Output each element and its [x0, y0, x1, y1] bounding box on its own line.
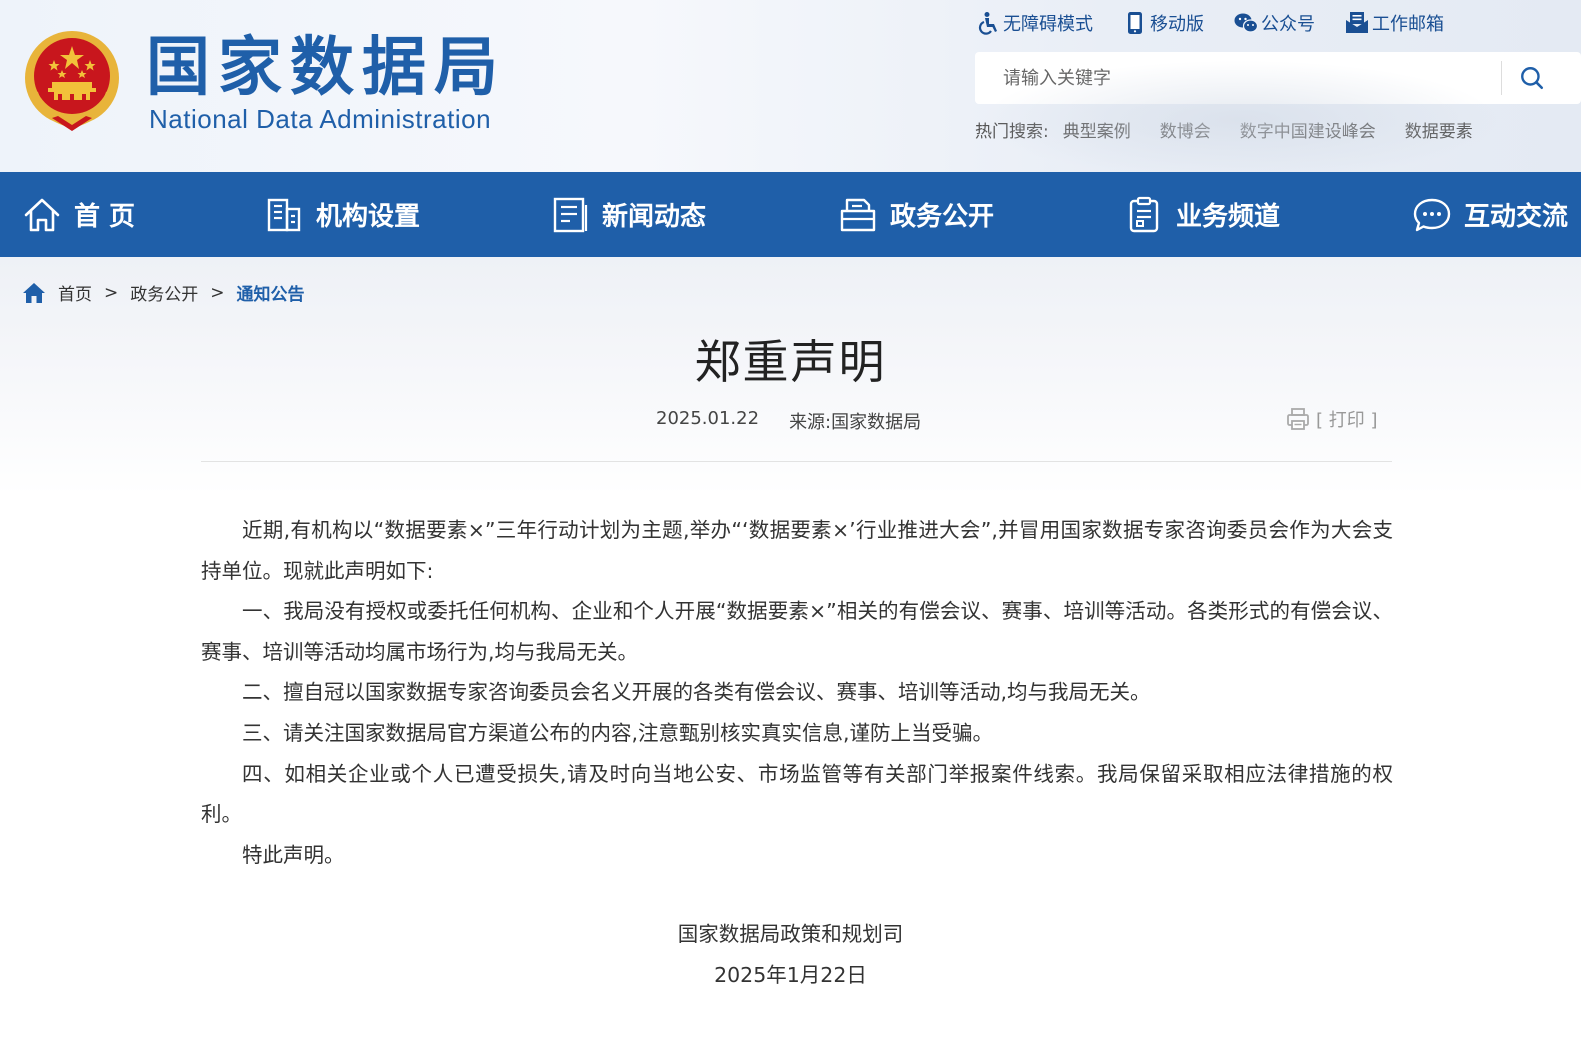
national-emblem-logo[interactable] — [22, 30, 122, 132]
article-paragraph: 四、如相关企业或个人已遭受损失,请及时向当地公安、市场监管等有关部门举报案件线索… — [201, 761, 1393, 827]
wechat-account-label: 公众号 — [1261, 14, 1315, 35]
mobile-version-label: 移动版 — [1150, 14, 1204, 35]
search-input[interactable] — [975, 53, 1495, 103]
article-paragraph: 一、我局没有授权或委托任何机构、企业和个人开展“数据要素×”相关的有偿会议、赛事… — [201, 599, 1393, 664]
print-button[interactable]: [ 打印 ] — [1286, 406, 1378, 432]
search-box — [975, 52, 1581, 104]
breadcrumb-separator: > — [210, 282, 225, 303]
nav-item-label: 业务频道 — [1176, 202, 1281, 232]
clipboard-icon — [1129, 196, 1159, 232]
search-icon — [1521, 67, 1544, 90]
nav-item-business-channel[interactable]: 业务频道 — [1124, 172, 1280, 257]
site-header: 国家数据局 National Data Administration 无障碍模式… — [0, 0, 1581, 172]
article-title: 郑重声明 — [694, 335, 887, 389]
signature-date: 2025年1月22日 — [714, 962, 867, 987]
article-signature: 国家数据局政策和规划司 2025年1月22日 — [0, 914, 1581, 995]
wechat-icon — [1234, 13, 1258, 33]
site-logo-subtitle[interactable]: National Data Administration — [149, 104, 491, 135]
mobile-icon — [1128, 12, 1142, 34]
nav-item-news[interactable]: 新闻动态 — [550, 172, 706, 257]
work-mail-link[interactable]: 工作邮箱 — [1345, 8, 1444, 38]
article-paragraph: 三、请关注国家数据局官方渠道公布的内容,注意甄别核实真实信息,谨防上当受骗。 — [242, 720, 994, 745]
breadcrumb: 首页 > 政务公开 > 通知公告 — [22, 280, 305, 305]
article-body: 近期,有机构以“数据要素×”三年行动计划为主题,举办“‘数据要素×’行业推进大会… — [201, 510, 1393, 875]
breadcrumb-separator: > — [104, 282, 119, 303]
article-source: 来源:国家数据局 — [789, 412, 922, 433]
print-label: [ 打印 ] — [1316, 410, 1378, 431]
work-mail-label: 工作邮箱 — [1372, 14, 1444, 35]
accessibility-mode-label: 无障碍模式 — [1003, 14, 1093, 35]
main-nav: 首 页 机构设置 新闻动态 政务公开 业务频道 互动交流 — [0, 172, 1581, 257]
accessibility-mode-link[interactable]: 无障碍模式 — [976, 8, 1093, 38]
breadcrumb-home[interactable]: 首页 — [58, 280, 92, 305]
top-links: 无障碍模式 移动版 公众号 工作邮箱 — [976, 8, 1474, 38]
mobile-version-link[interactable]: 移动版 — [1123, 8, 1204, 38]
hot-search-item[interactable]: 数字中国建设峰会 — [1240, 117, 1376, 142]
nav-item-organization[interactable]: 机构设置 — [264, 172, 420, 257]
nav-item-label: 首 页 — [74, 202, 136, 232]
nav-item-home[interactable]: 首 页 — [22, 172, 135, 257]
hot-search-item[interactable]: 数博会 — [1160, 117, 1211, 142]
title-divider — [201, 461, 1392, 462]
article-meta: 2025.01.22 来源:国家数据局 — [656, 408, 921, 434]
hot-search-item[interactable]: 数据要素 — [1405, 117, 1473, 142]
search-button[interactable] — [1502, 53, 1562, 103]
printer-icon — [1287, 408, 1309, 430]
wechat-account-link[interactable]: 公众号 — [1234, 8, 1315, 38]
nav-item-label: 互动交流 — [1464, 202, 1569, 232]
nav-item-interaction[interactable]: 互动交流 — [1412, 172, 1568, 257]
home-icon — [24, 198, 60, 231]
nav-item-label: 新闻动态 — [602, 202, 707, 232]
nav-item-label: 机构设置 — [316, 202, 421, 232]
folder-icon — [840, 198, 876, 231]
site-logo-title[interactable]: 国家数据局 — [146, 30, 506, 106]
building-icon — [267, 198, 301, 231]
news-icon — [553, 197, 588, 232]
accessibility-icon — [978, 12, 997, 35]
article-paragraph: 二、擅自冠以国家数据专家咨询委员会名义开展的各类有偿会议、赛事、培训等活动,均与… — [242, 680, 1151, 705]
hot-searches: 热门搜索: 典型案例 数博会 数字中国建设峰会 数据要素 — [975, 117, 1487, 142]
article-paragraph: 近期,有机构以“数据要素×”三年行动计划为主题,举办“‘数据要素×’行业推进大会… — [201, 518, 1393, 583]
signature-org: 国家数据局政策和规划司 — [677, 922, 904, 946]
article-paragraph: 特此声明。 — [242, 842, 345, 867]
article-date: 2025.01.22 — [656, 408, 760, 429]
breadcrumb-government-affairs[interactable]: 政务公开 — [130, 280, 198, 305]
breadcrumb-current[interactable]: 通知公告 — [237, 280, 305, 305]
nav-item-label: 政务公开 — [890, 202, 995, 232]
nav-item-government-affairs[interactable]: 政务公开 — [838, 172, 994, 257]
chat-icon — [1413, 198, 1451, 231]
hot-search-item[interactable]: 典型案例 — [1063, 117, 1131, 142]
hot-search-label: 热门搜索: — [975, 122, 1049, 142]
home-icon[interactable] — [22, 282, 46, 304]
mail-icon — [1346, 12, 1368, 33]
